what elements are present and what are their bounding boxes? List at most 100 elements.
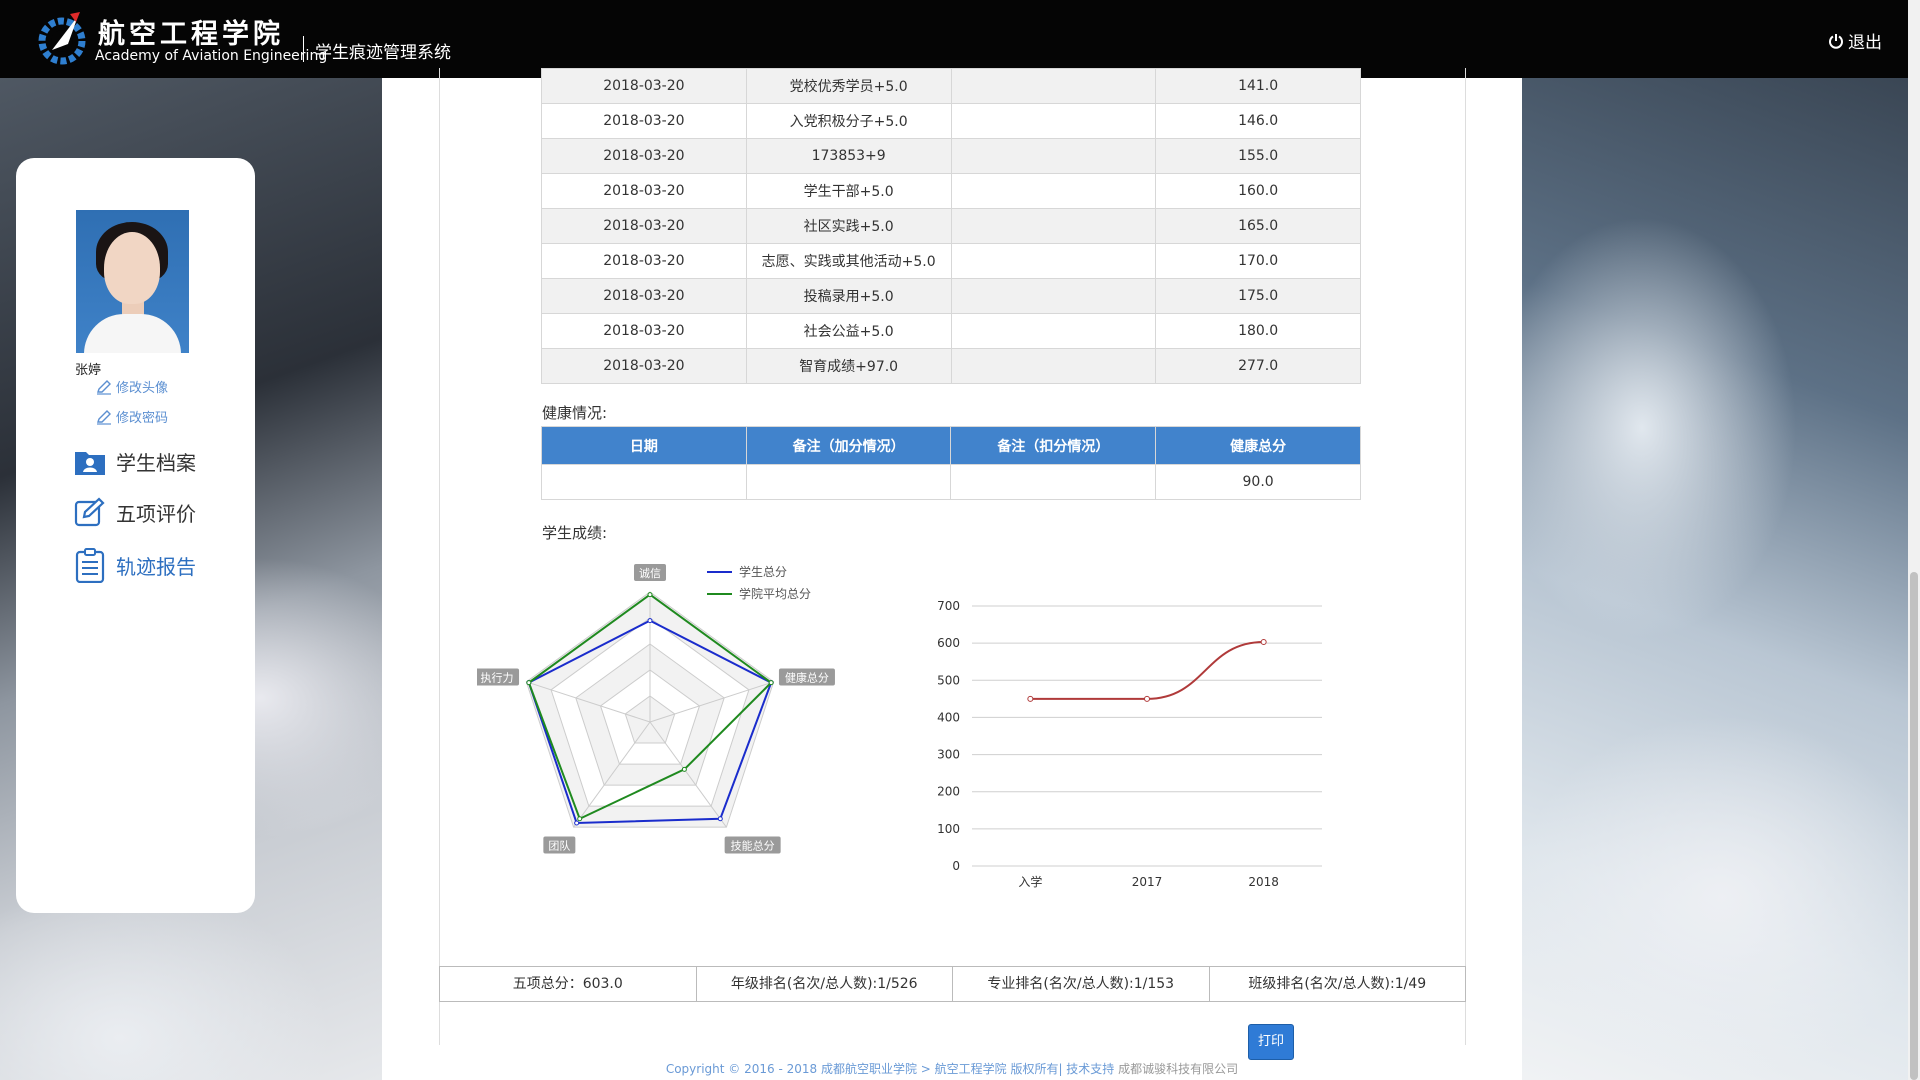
school-logo-icon bbox=[38, 12, 86, 65]
print-button[interactable]: 打印 bbox=[1248, 1024, 1294, 1060]
y-tick-label: 300 bbox=[937, 748, 960, 762]
table-cell-note: 入党积极分子+5.0 bbox=[745, 103, 952, 139]
pencil-icon bbox=[97, 379, 111, 395]
summary-total: 五项总分：603.0 bbox=[440, 967, 697, 1001]
health-col-add-note: 备注（加分情况） bbox=[745, 426, 952, 465]
footer-company: 成都诚骏科技有限公司 bbox=[1118, 1062, 1239, 1076]
nav-five-evaluation-label: 五项评价 bbox=[116, 501, 196, 526]
table-row: 2018-03-20 学生干部+5.0 160.0 bbox=[541, 173, 1361, 209]
background-scenery-right bbox=[1522, 78, 1908, 1080]
table-cell-total: 175.0 bbox=[1155, 278, 1361, 314]
table-cell-date: 2018-03-20 bbox=[541, 278, 747, 314]
line-chart: 0 100 200 300 400 500 600 700 入学 2017 2018 bbox=[937, 599, 1322, 889]
health-col-date: 日期 bbox=[541, 426, 747, 465]
summary-bar: 五项总分：603.0 年级排名(名次/总人数):1/526 专业排名(名次/总人… bbox=[439, 966, 1466, 1002]
table-cell-date: 2018-03-20 bbox=[541, 103, 747, 139]
change-avatar-link[interactable]: 修改头像 bbox=[96, 377, 168, 396]
page-scrollbar[interactable] bbox=[1908, 0, 1920, 1080]
health-cell bbox=[541, 464, 747, 500]
table-cell-deduct bbox=[950, 173, 1157, 209]
table-cell-date: 2018-03-20 bbox=[541, 208, 747, 244]
table-cell-note: 社会公益+5.0 bbox=[745, 313, 952, 349]
logout-label: 退出 bbox=[1848, 33, 1882, 53]
table-cell-date: 2018-03-20 bbox=[541, 313, 747, 349]
system-name: 学生痕迹管理系统 bbox=[315, 43, 451, 63]
pencil-icon bbox=[97, 409, 111, 425]
table-cell-date: 2018-03-20 bbox=[541, 138, 747, 174]
table-row: 2018-03-20 党校优秀学员+5.0 141.0 bbox=[541, 68, 1361, 104]
score-detail-table: 2018-03-20 党校优秀学员+5.0 141.0 2018-03-20 入党积极分… bbox=[541, 68, 1361, 384]
radar-point bbox=[717, 816, 723, 822]
table-row: 2018-03-20 173853+9 155.0 bbox=[541, 138, 1361, 174]
table-cell-deduct bbox=[950, 348, 1157, 384]
nav-five-evaluation[interactable]: 五项评价 bbox=[74, 497, 196, 527]
y-tick-label: 100 bbox=[937, 822, 960, 836]
main-content: 2018-03-20 党校优秀学员+5.0 141.0 2018-03-20 入党积极分… bbox=[382, 68, 1522, 1080]
table-cell-total: 155.0 bbox=[1155, 138, 1361, 174]
table-row: 2018-03-20 入党积极分子+5.0 146.0 bbox=[541, 103, 1361, 139]
radar-indicator-label: 健康总分 bbox=[785, 671, 829, 685]
table-cell-date: 2018-03-20 bbox=[541, 173, 747, 209]
y-tick-label: 200 bbox=[937, 785, 960, 799]
table-cell-total: 277.0 bbox=[1155, 348, 1361, 384]
table-cell-total: 165.0 bbox=[1155, 208, 1361, 244]
radar-point bbox=[647, 592, 653, 598]
table-cell-total: 180.0 bbox=[1155, 313, 1361, 349]
radar-point bbox=[768, 680, 774, 686]
health-cell: 90.0 bbox=[1155, 464, 1361, 500]
radar-point bbox=[577, 816, 583, 822]
table-cell-deduct bbox=[950, 208, 1157, 244]
line-series bbox=[1030, 641, 1264, 700]
table-cell-deduct bbox=[950, 138, 1157, 174]
table-cell-total: 141.0 bbox=[1155, 68, 1361, 104]
change-password-label: 修改密码 bbox=[116, 411, 169, 426]
nav-student-file[interactable]: 学生档案 bbox=[74, 447, 196, 476]
nav-track-report-label: 轨迹报告 bbox=[116, 554, 196, 579]
logout-button[interactable]: 退出 bbox=[1828, 28, 1882, 53]
table-cell-deduct bbox=[950, 103, 1157, 139]
table-row: 2018-03-20 智育成绩+97.0 277.0 bbox=[541, 348, 1361, 384]
radar-point bbox=[574, 820, 580, 826]
nav-track-report[interactable]: 轨迹报告 bbox=[74, 547, 196, 583]
edit-icon bbox=[74, 497, 105, 527]
change-password-link[interactable]: 修改密码 bbox=[96, 407, 168, 426]
change-avatar-label: 修改头像 bbox=[116, 381, 169, 396]
footer-copyright: Copyright © 2016 - 2018 成都航空职业学院 > 航空工程学… bbox=[665, 1062, 1115, 1076]
nav-student-file-label: 学生档案 bbox=[116, 451, 196, 475]
report-icon bbox=[75, 548, 105, 583]
y-tick-label: 400 bbox=[937, 710, 960, 724]
health-row: 90.0 bbox=[541, 464, 1361, 500]
table-cell-note: 志愿、实践或其他活动+5.0 bbox=[745, 243, 952, 279]
x-tick-label: 2018 bbox=[1248, 875, 1279, 889]
y-tick-label: 500 bbox=[937, 673, 960, 687]
table-cell-total: 160.0 bbox=[1155, 173, 1361, 209]
top-header: 航空工程学院 Academy of Aviation Engineering 学… bbox=[0, 0, 1908, 78]
table-cell-note: 智育成绩+97.0 bbox=[745, 348, 952, 384]
footer: Copyright © 2016 - 2018 成都航空职业学院 > 航空工程学… bbox=[382, 1060, 1522, 1077]
table-cell-note: 社区实践+5.0 bbox=[745, 208, 952, 244]
health-col-total: 健康总分 bbox=[1155, 426, 1361, 465]
avatar bbox=[76, 210, 189, 353]
x-tick-label: 入学 bbox=[1018, 874, 1042, 889]
table-cell-deduct bbox=[950, 278, 1157, 314]
radar-chart: 诚信健康总分技能总分 团队 执行力 学生总分学院平均总分 bbox=[477, 564, 835, 854]
school-name-cn: 航空工程学院 bbox=[98, 19, 284, 50]
radar-point bbox=[526, 680, 532, 686]
health-table: 日期 备注（加分情况） 备注（扣分情况） 健康总分 90.0 bbox=[541, 426, 1361, 500]
line-point bbox=[1027, 695, 1034, 702]
scrollbar-thumb[interactable] bbox=[1910, 572, 1918, 1080]
radar-indicator-label: 团队 bbox=[548, 838, 570, 852]
radar-indicator-label: 诚信 bbox=[639, 567, 661, 580]
health-section-label: 健康情况: bbox=[542, 404, 608, 422]
user-name: 张婷 bbox=[75, 363, 102, 378]
table-cell-total: 170.0 bbox=[1155, 243, 1361, 279]
power-icon bbox=[1829, 33, 1843, 49]
y-tick-label: 700 bbox=[937, 599, 960, 613]
table-cell-deduct bbox=[950, 243, 1157, 279]
radar-point bbox=[647, 618, 653, 624]
table-cell-date: 2018-03-20 bbox=[541, 68, 747, 104]
table-cell-date: 2018-03-20 bbox=[541, 348, 747, 384]
table-row: 2018-03-20 社区实践+5.0 165.0 bbox=[541, 208, 1361, 244]
health-col-deduct-note: 备注（扣分情况） bbox=[950, 426, 1157, 465]
table-row: 2018-03-20 投稿录用+5.0 175.0 bbox=[541, 278, 1361, 314]
